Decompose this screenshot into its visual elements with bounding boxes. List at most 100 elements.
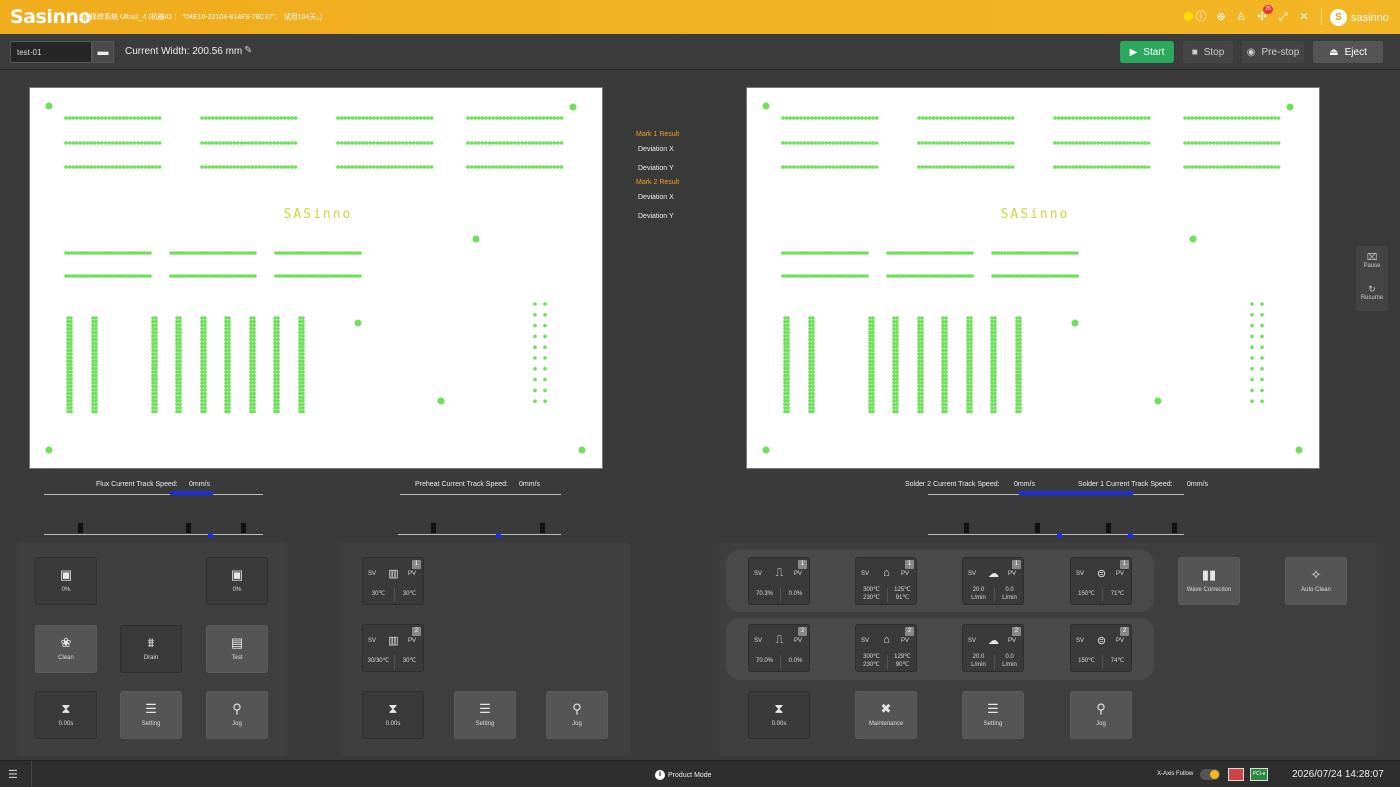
nozzle-heater-row1[interactable]: 1 SV ⊜ PV 150℃ 71℃ — [1070, 557, 1132, 605]
board-preview-left[interactable]: SASinno — [29, 87, 603, 469]
board-preview-right[interactable]: SASinno — [746, 87, 1320, 469]
pad — [969, 377, 973, 382]
recipe-field[interactable]: test-01 — [10, 41, 92, 63]
folder-icon[interactable]: ▬ — [92, 41, 114, 63]
flux-tank-right[interactable]: ▣ 0% — [206, 557, 268, 605]
pad — [786, 399, 790, 403]
flux-tank-icon: ▣ — [59, 567, 73, 582]
pad — [920, 373, 924, 378]
pad — [203, 359, 207, 364]
pad — [232, 165, 237, 169]
solder-setting-button[interactable]: ☰ Setting — [962, 691, 1024, 739]
pad — [276, 352, 280, 356]
pad — [154, 141, 158, 145]
pad — [1003, 141, 1008, 145]
solder-timer[interactable]: ⧗ 0.00s — [748, 691, 810, 739]
start-button[interactable]: ▶ Start — [1120, 41, 1174, 63]
flux-tank-icon: ▣ — [230, 567, 244, 582]
pad — [538, 116, 542, 120]
edit-icon[interactable]: ✎ — [244, 45, 252, 56]
pad — [1018, 341, 1022, 345]
nitrogen-flow-row2[interactable]: 2 SV ☁ PV 20.0 L/min 0.0 L/min — [962, 624, 1024, 672]
fiducial — [472, 235, 480, 243]
pad — [397, 141, 402, 145]
pad — [969, 319, 973, 324]
pad — [533, 302, 537, 306]
wave-correction-button[interactable]: ▮▮ Wave Correction — [1178, 557, 1240, 605]
info-icon[interactable]: ⓘ — [1194, 10, 1208, 24]
pad — [1260, 323, 1264, 328]
pad — [178, 334, 182, 338]
pad — [795, 141, 800, 145]
flux-tank-left[interactable]: ▣ 0% — [35, 557, 97, 605]
user-account[interactable]: S sasinno — [1330, 9, 1389, 26]
solder-sensor — [1106, 523, 1111, 533]
pad — [272, 141, 276, 145]
pad — [283, 116, 287, 120]
device-status-icon — [1228, 768, 1244, 781]
pad — [788, 116, 792, 120]
pad — [178, 395, 182, 400]
pad — [871, 359, 875, 364]
prestop-button[interactable]: ◉ Pre-stop — [1242, 41, 1304, 63]
solder-jog-button[interactable]: ⚲ Jog — [1070, 691, 1132, 739]
pad — [985, 116, 990, 120]
stop-button[interactable]: ■ Stop — [1183, 41, 1233, 63]
flux-jog-button[interactable]: ⚲ Jog — [206, 691, 268, 739]
pad — [243, 116, 247, 120]
prestop-label: Pre-stop — [1261, 46, 1300, 58]
preheat-zone-1[interactable]: 1 SV ▥ PV 30℃ 30℃ — [362, 557, 424, 605]
pad — [1194, 116, 1198, 120]
user-lock-icon[interactable]: ♙ — [1234, 10, 1248, 24]
solder-pot-row1[interactable]: 1 SV ⌂ PV 300℃ 230℃ 125℃ 91℃ — [855, 557, 917, 605]
flux-timer[interactable]: ⧗ 0.00s — [35, 691, 97, 739]
wave-pump-row2[interactable]: 2 SV ⎍ PV 70.0% 0.0% — [748, 624, 810, 672]
wave-pump-row1[interactable]: 1 SV ⎍ PV 70.3% 0.0% — [748, 557, 810, 605]
preheat-setting-button[interactable]: ☰ Setting — [454, 691, 516, 739]
maintenance-button[interactable]: ✖ Maintenance — [855, 691, 917, 739]
flux-setting-button[interactable]: ☰ Setting — [120, 691, 182, 739]
resume-button[interactable]: ↻ Resume — [1356, 284, 1388, 301]
solder-pot-row2[interactable]: 2 SV ⌂ PV 300℃ 230℃ 129℃ 90℃ — [855, 624, 917, 672]
pause-button[interactable]: ⌧ Pause — [1356, 252, 1388, 269]
globe-icon[interactable]: ⊕ — [1214, 10, 1228, 24]
pad — [227, 384, 231, 389]
pad — [252, 409, 256, 414]
x-axis-follow-toggle[interactable] — [1200, 769, 1220, 780]
pad — [1075, 251, 1079, 255]
mark2-deviation-y: Deviation Y — [638, 213, 674, 220]
nozzle-heater-row2[interactable]: 2 SV ⊜ PV 150℃ 74℃ — [1070, 624, 1132, 672]
fullscreen-icon[interactable]: ⤢ — [1276, 10, 1290, 24]
pad — [1018, 355, 1022, 360]
pad — [978, 165, 982, 169]
pad — [871, 327, 875, 331]
pad — [1132, 141, 1136, 145]
nitrogen-flow-row1[interactable]: 1 SV ☁ PV 20.0 L/min 0.0 L/min — [962, 557, 1024, 605]
product-mode[interactable]: Ⅱ Product Mode — [655, 770, 712, 780]
pad — [1260, 356, 1264, 360]
pad — [154, 373, 158, 378]
pad — [556, 165, 560, 169]
pad — [227, 330, 231, 335]
pad — [920, 327, 924, 331]
pad — [1018, 359, 1022, 364]
pad — [232, 116, 237, 120]
preheat-timer[interactable]: ⧗ 0.00s — [362, 691, 424, 739]
auto-clean-button[interactable]: ✧ Auto Clean — [1285, 557, 1347, 605]
pad — [811, 409, 815, 414]
close-icon[interactable]: ✕ — [1297, 10, 1311, 24]
eject-button[interactable]: ⏏ Eject — [1313, 41, 1383, 63]
pad — [221, 116, 226, 120]
jog-icon: ⚲ — [572, 701, 582, 716]
preheat-jog-button[interactable]: ⚲ Jog — [546, 691, 608, 739]
pv-label: PV — [793, 638, 802, 644]
drain-button[interactable]: ⩩ Drain — [120, 625, 182, 673]
tools-icon[interactable]: ✣ 26 — [1255, 5, 1273, 24]
pad — [487, 141, 492, 145]
clean-button[interactable]: ❀ Clean — [35, 625, 97, 673]
pad — [211, 116, 215, 120]
pad — [466, 116, 470, 120]
test-button[interactable]: ▤ Test — [206, 625, 268, 673]
menu-icon[interactable]: ☰ — [8, 768, 18, 781]
preheat-zone-2[interactable]: 2 SV ▥ PV 30/30℃ 30℃ — [362, 624, 424, 672]
